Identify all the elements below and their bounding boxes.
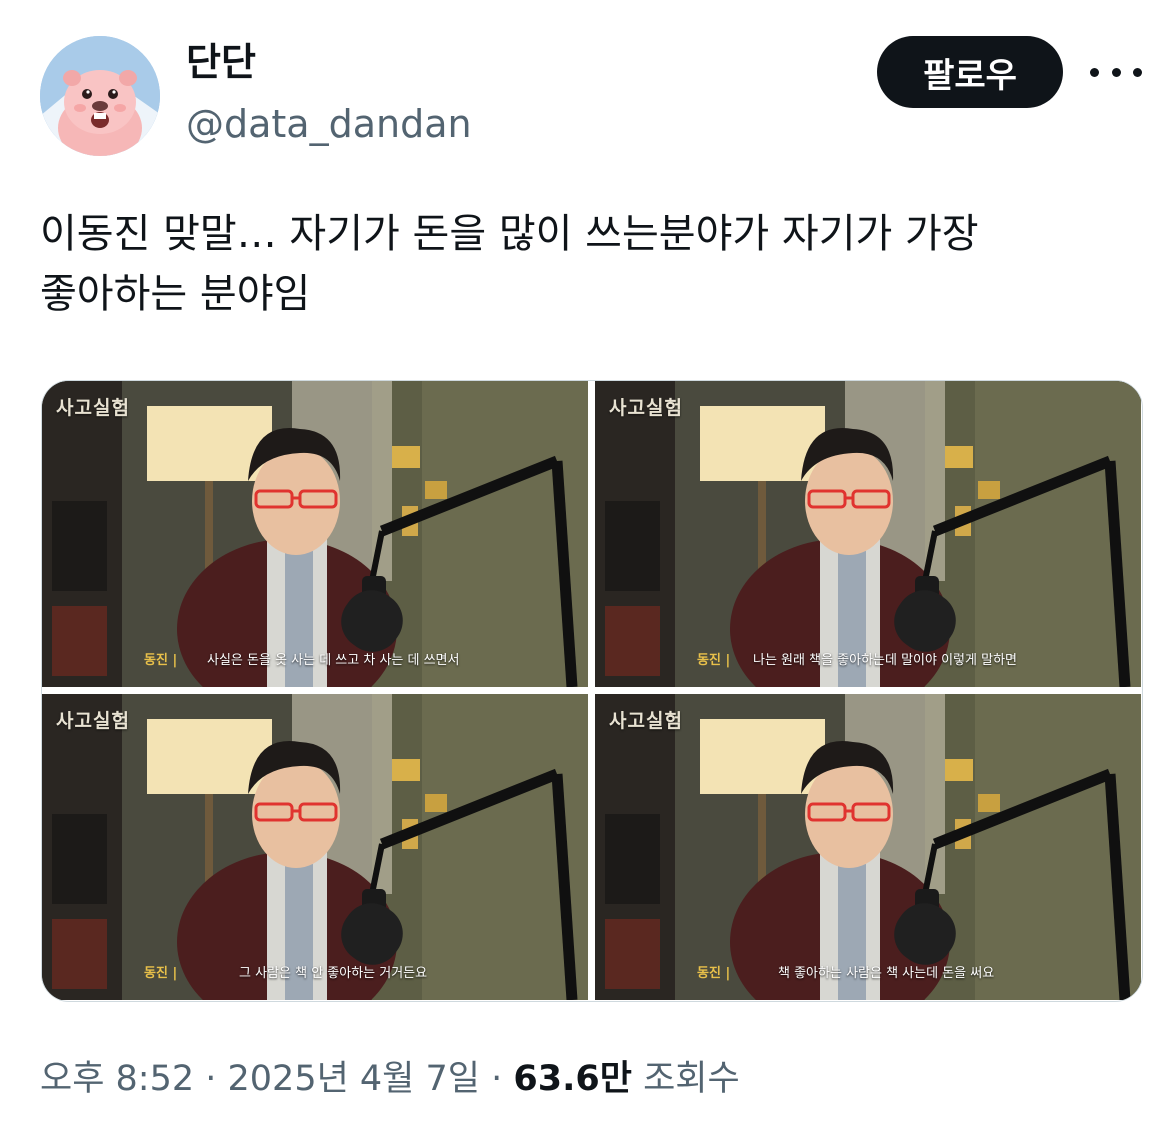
subtitle-speaker: 동진 | bbox=[144, 966, 178, 981]
subtitle-text: 사실은 돈을 옷 사는 데 쓰고 차 사는 데 쓰면서 bbox=[207, 653, 460, 668]
tweet-date[interactable]: 2025년 4월 7일 bbox=[228, 1059, 480, 1099]
tweet-text: 이동진 맞말… 자기가 돈을 많이 쓰는분야가 자기가 가장 좋아하는 분야임 bbox=[40, 211, 979, 317]
media-grid[interactable]: 사고실험 동진 | 사실은 돈을 옷 사는 데 쓰고 차 사는 데 쓰면서 사고… bbox=[41, 380, 1143, 1002]
beaver-avatar-icon bbox=[40, 36, 160, 156]
tweet-meta: 오후 8:52 · 2025년 4월 7일 · 63.6만 조회수 bbox=[40, 1054, 740, 1104]
view-label: 조회수 bbox=[631, 1059, 740, 1099]
dot bbox=[1090, 67, 1099, 77]
video-still-image bbox=[42, 381, 588, 687]
subtitle-text: 책 좋아하는 사람은 책 사는데 돈을 써요 bbox=[778, 966, 995, 981]
subtitle-text: 그 사람은 책 안 좋아하는 거거든요 bbox=[239, 966, 428, 981]
video-watermark: 사고실험 bbox=[56, 710, 130, 732]
media-image[interactable]: 사고실험 동진 | 그 사람은 책 안 좋아하는 거거든요 bbox=[42, 694, 588, 1000]
dot bbox=[1133, 67, 1142, 77]
dot bbox=[1111, 67, 1121, 77]
video-watermark: 사고실험 bbox=[56, 397, 130, 419]
more-options-icon[interactable] bbox=[1090, 50, 1142, 94]
video-still-image bbox=[595, 381, 1141, 687]
follow-button[interactable]: 팔로우 bbox=[877, 36, 1063, 108]
video-watermark: 사고실험 bbox=[609, 710, 683, 732]
subtitle-speaker: 동진 | bbox=[697, 653, 731, 668]
view-count: 63.6만 bbox=[513, 1059, 632, 1099]
media-image[interactable]: 사고실험 동진 | 나는 원래 책을 좋아하는데 말이야 이렇게 말하면 bbox=[595, 381, 1141, 687]
media-image[interactable]: 사고실험 동진 | 책 좋아하는 사람은 책 사는데 돈을 써요 bbox=[595, 694, 1141, 1000]
media-image[interactable]: 사고실험 동진 | 사실은 돈을 옷 사는 데 쓰고 차 사는 데 쓰면서 bbox=[42, 381, 588, 687]
author-name[interactable]: 단단 bbox=[186, 38, 256, 86]
video-still-image bbox=[42, 694, 588, 1000]
avatar[interactable] bbox=[40, 36, 160, 156]
subtitle-text: 나는 원래 책을 좋아하는데 말이야 이렇게 말하면 bbox=[753, 653, 1017, 668]
subtitle-speaker: 동진 | bbox=[697, 966, 731, 981]
meta-separator: · bbox=[194, 1059, 228, 1099]
subtitle-speaker: 동진 | bbox=[144, 653, 178, 668]
meta-separator: · bbox=[479, 1059, 514, 1099]
author-handle[interactable]: @data_dandan bbox=[186, 100, 472, 148]
video-watermark: 사고실험 bbox=[609, 397, 683, 419]
tweet-time[interactable]: 오후 8:52 bbox=[40, 1059, 194, 1099]
video-still-image bbox=[595, 694, 1141, 1000]
